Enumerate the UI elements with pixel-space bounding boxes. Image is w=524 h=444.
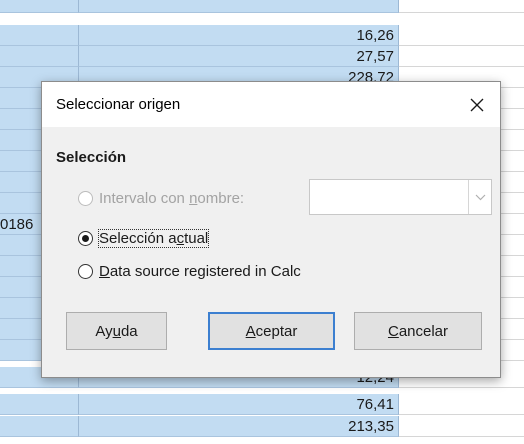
cell-c[interactable] [399,25,524,46]
table-row: 76,41 [0,394,524,415]
dropdown-arrow[interactable] [468,180,491,214]
chevron-down-icon [475,194,485,200]
cell-c[interactable] [399,0,524,13]
selection-section-label: Selección [56,149,127,166]
data-source-radio[interactable]: Data source registered in Calc [78,260,301,282]
dialog-title: Seleccionar origen [56,96,181,113]
table-row: 27,57 [0,46,524,67]
current-selection-radio[interactable]: Selección actual [78,227,210,249]
radio-button-icon [78,190,93,206]
dialog-titlebar[interactable]: Seleccionar origen [42,82,500,127]
close-button[interactable] [460,88,494,122]
current-selection-label: Selección actual [97,228,210,248]
data-source-label: Data source registered in Calc [99,262,301,280]
cell-a[interactable] [0,394,79,415]
cell-c[interactable] [399,394,524,415]
table-row [0,0,524,13]
cell-c[interactable] [399,416,524,437]
help-button[interactable]: Ay u da [66,312,167,350]
cell-b[interactable]: 16,26 [79,25,399,46]
cell-a[interactable] [0,416,79,437]
radio-button-icon [78,263,93,279]
cell-b[interactable]: 76,41 [79,394,399,415]
cell-a[interactable] [0,46,79,67]
named-range-dropdown[interactable] [309,179,492,215]
cell-a[interactable] [0,0,79,13]
cell-a-partial-value: 0186 [0,216,34,233]
dialog-content: Selección Intervalo con nombre: Selecció… [42,127,500,377]
close-icon [470,98,484,112]
named-range-radio[interactable]: Intervalo con nombre: [78,187,244,209]
cell-c[interactable] [399,46,524,67]
cell-b[interactable]: 27,57 [79,46,399,67]
table-row: 213,35 [0,416,524,437]
table-row: 16,26 [0,25,524,46]
cell-b[interactable]: 213,35 [79,416,399,437]
cell-a[interactable] [0,25,79,46]
select-source-dialog: Seleccionar origen Selección Intervalo c… [41,81,501,378]
cell-b[interactable] [79,0,399,13]
radio-button-checked-icon [78,230,93,246]
cancel-button[interactable]: Cancelar [354,312,482,350]
named-range-label: Intervalo con nombre: [99,189,245,207]
ok-button[interactable]: Aceptar [208,312,335,350]
